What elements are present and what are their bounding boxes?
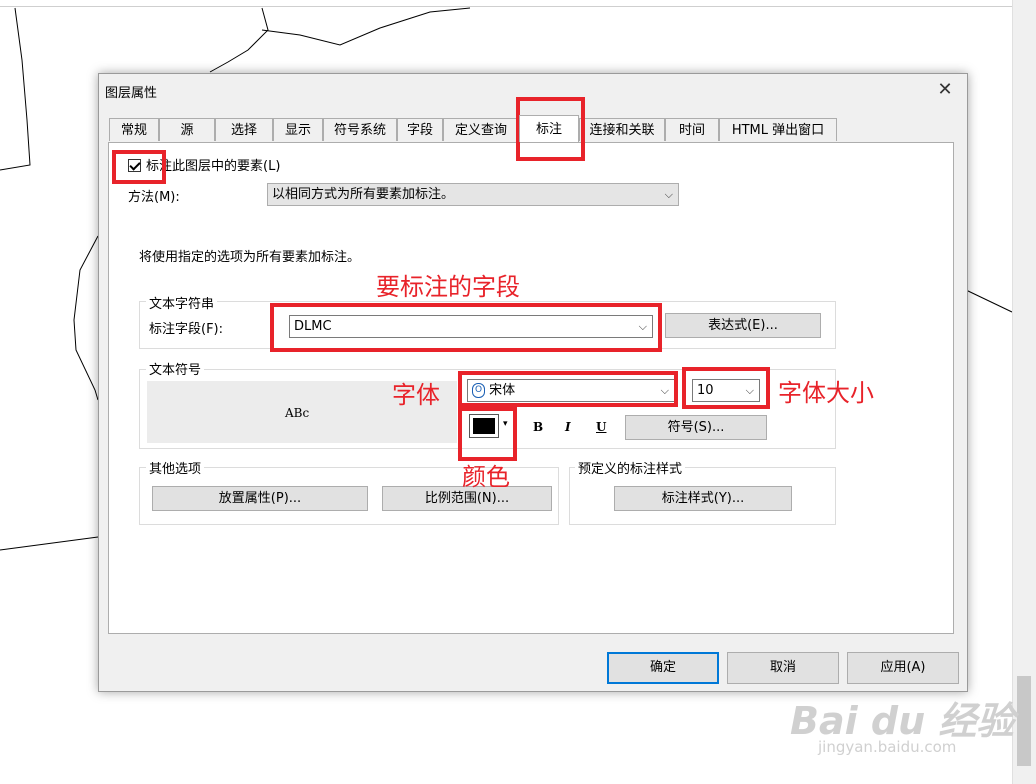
chevron-down-icon: ⌵ — [660, 384, 669, 397]
annotation-font: 字体 — [392, 381, 440, 409]
label-features-label: 标注此图层中的要素(L) — [146, 159, 281, 174]
tab-fields[interactable]: 字段 — [397, 118, 443, 141]
tab-selection[interactable]: 选择 — [215, 118, 273, 141]
font-size-dropdown[interactable]: 10 ⌵ — [692, 379, 760, 402]
underline-button[interactable]: U — [596, 420, 606, 434]
other-options-group-label: 其他选项 — [146, 458, 205, 477]
color-swatch-button[interactable] — [469, 414, 499, 438]
chevron-down-icon: ⌵ — [638, 320, 647, 333]
expression-button[interactable]: 表达式(E)... — [665, 313, 821, 338]
method-label: 方法(M): — [128, 190, 180, 205]
tab-symbology[interactable]: 符号系统 — [323, 118, 397, 141]
tab-definition-query[interactable]: 定义查询 — [443, 118, 519, 141]
text-symbol-group-label: 文本符号 — [146, 359, 205, 378]
dialog-title: 图层属性 — [105, 86, 158, 101]
label-styles-button[interactable]: 标注样式(Y)... — [614, 486, 792, 511]
baidu-watermark-url: jingyan.baidu.com — [818, 738, 957, 756]
tab-labels[interactable]: 标注 — [519, 115, 579, 142]
tab-display[interactable]: 显示 — [273, 118, 323, 141]
preview-text: ABc — [285, 406, 310, 420]
italic-button[interactable]: I — [565, 420, 571, 434]
bold-button[interactable]: B — [533, 420, 543, 434]
label-field-value: DLMC — [294, 319, 332, 334]
tab-time[interactable]: 时间 — [665, 118, 719, 141]
method-value: 以相同方式为所有要素加标注。 — [272, 187, 455, 202]
tab-source[interactable]: 源 — [159, 118, 215, 141]
tab-joins-relates[interactable]: 连接和关联 — [579, 118, 665, 141]
text-string-group-label: 文本字符串 — [146, 293, 218, 312]
method-dropdown[interactable]: 以相同方式为所有要素加标注。 ⌵ — [267, 183, 679, 206]
color-swatch — [473, 418, 495, 434]
font-dropdown[interactable]: O 宋体 ⌵ — [467, 379, 675, 402]
annotation-color: 颜色 — [462, 463, 510, 491]
opentype-font-icon: O — [472, 383, 485, 398]
label-features-checkbox[interactable] — [128, 159, 141, 172]
label-field-dropdown[interactable]: DLMC ⌵ — [289, 315, 653, 338]
close-icon[interactable]: ✕ — [931, 76, 959, 104]
apply-button[interactable]: 应用(A) — [847, 652, 959, 684]
chevron-down-icon: ⌵ — [664, 188, 673, 201]
scrollbar-thumb[interactable] — [1017, 676, 1031, 766]
symbol-button[interactable]: 符号(S)... — [625, 415, 767, 440]
baidu-watermark-logo: Bai du 经验 — [790, 699, 1015, 743]
predefined-styles-group-label: 预定义的标注样式 — [575, 458, 686, 477]
color-dropdown-arrow-icon[interactable]: ▾ — [503, 419, 508, 429]
tab-html-popup[interactable]: HTML 弹出窗口 — [719, 118, 837, 141]
font-size-value: 10 — [697, 383, 714, 398]
cancel-button[interactable]: 取消 — [727, 652, 839, 684]
label-field-label: 标注字段(F): — [149, 322, 224, 337]
top-edge-bar — [0, 0, 1036, 7]
vertical-scrollbar[interactable] — [1012, 0, 1036, 784]
font-value: 宋体 — [489, 383, 516, 398]
chevron-down-icon: ⌵ — [745, 384, 754, 397]
annotation-font-size: 字体大小 — [778, 379, 874, 407]
ok-button[interactable]: 确定 — [607, 652, 719, 684]
info-text: 将使用指定的选项为所有要素加标注。 — [139, 250, 361, 265]
tab-general[interactable]: 常规 — [109, 118, 159, 141]
placement-properties-button[interactable]: 放置属性(P)... — [152, 486, 368, 511]
annotation-field: 要标注的字段 — [376, 273, 520, 301]
